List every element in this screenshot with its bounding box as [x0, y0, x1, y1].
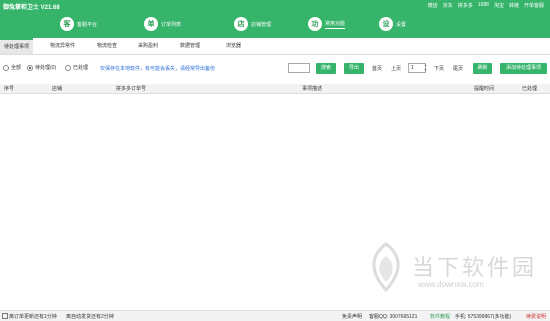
col-order-number[interactable]: 拼多多订单号: [116, 85, 146, 92]
prev-page-link[interactable]: 上页: [391, 65, 401, 72]
top-link-pdd[interactable]: 拼多多: [458, 2, 473, 9]
app-header: 御兔掌柜卫士 V21.68 微店 京东 拼多多 1688 淘宝 转链 开单客服 …: [0, 0, 550, 38]
first-page-link[interactable]: 首页: [372, 65, 382, 72]
col-remind-time[interactable]: 提醒时间: [474, 85, 494, 92]
app-title: 御兔掌柜卫士 V21.68: [3, 5, 60, 11]
search-button[interactable]: 搜索: [316, 63, 336, 74]
col-processed[interactable]: 已处理: [522, 85, 537, 92]
functions-icon: 功: [308, 17, 322, 31]
disclaimer-link[interactable]: 免责声明: [342, 313, 362, 320]
top-link-weidian[interactable]: 微店: [428, 2, 438, 9]
col-index[interactable]: 序号: [4, 85, 14, 92]
radio-dot: [3, 64, 9, 71]
phone-info: 手机: 575399867(多功能): [455, 314, 512, 320]
filter-toolbar: 全部 待处理(0) 已处理 仅保存在本地软件，有可能会丢失，请经常导出备份 搜索…: [0, 60, 550, 76]
nav-label: 店铺管理: [251, 21, 272, 28]
radio-dot: [27, 64, 33, 71]
tab-data-management[interactable]: 数据管理: [180, 38, 200, 54]
next-page-link[interactable]: 下页: [434, 65, 444, 72]
main-nav: 客 客服平台 单 订单列表 店 店铺管理 功 常用功能 设 设置: [0, 15, 550, 35]
customer-service-icon: 客: [60, 17, 74, 31]
tab-purchase-profit[interactable]: 采购盈利: [138, 38, 158, 54]
search-input[interactable]: [288, 63, 310, 73]
nav-common-functions[interactable]: 功 常用功能: [308, 15, 346, 33]
top-link-1688[interactable]: 1688: [478, 2, 489, 9]
top-link-jd[interactable]: 京东: [443, 2, 453, 9]
filter-all-radio[interactable]: 全部: [3, 64, 21, 71]
filter-done-radio[interactable]: 已处理: [65, 64, 88, 71]
tab-logistics-check[interactable]: 物流检查: [97, 38, 117, 54]
nav-order-list[interactable]: 单 订单列表: [144, 15, 181, 33]
nav-shop-management[interactable]: 店 店铺管理: [234, 15, 271, 33]
sub-tabs: 待处理事项 物流异常件 物流检查 采购盈利 数据管理 浏览器: [0, 38, 550, 55]
top-link-taobao[interactable]: 淘宝: [494, 2, 504, 9]
renewal-link[interactable]: 续费说明: [526, 313, 546, 320]
col-description[interactable]: 事项描述: [302, 85, 322, 92]
col-shop[interactable]: 店铺: [52, 85, 62, 92]
refresh-button[interactable]: 刷新: [473, 63, 492, 74]
radio-label: 待处理(0): [35, 65, 57, 71]
nav-label: 设置: [396, 21, 407, 28]
radio-label: 全部: [11, 65, 22, 71]
nav-settings[interactable]: 设 设置: [379, 15, 406, 33]
tab-browser[interactable]: 浏览器: [226, 38, 241, 54]
nav-label: 客服平台: [77, 21, 98, 28]
watermark-logo-icon: [372, 242, 400, 292]
auto-ship-countdown: 离自动发货还有2分钟: [66, 314, 114, 320]
export-button[interactable]: 导出: [344, 63, 364, 74]
watermark-url: www.downxia.com: [418, 280, 484, 289]
nav-label: 常用功能: [325, 20, 346, 29]
tab-pending[interactable]: 待处理事项: [0, 38, 34, 54]
page-stepper[interactable]: ▲ ▼: [424, 63, 428, 73]
radio-dot: [65, 64, 71, 71]
top-link-service[interactable]: 开单客服: [524, 2, 544, 9]
radio-label: 已处理: [73, 65, 89, 71]
nav-customer-service[interactable]: 客 客服平台: [60, 15, 97, 33]
last-page-link[interactable]: 尾页: [453, 65, 463, 72]
nav-label: 订单列表: [161, 21, 182, 28]
tab-logistics-exceptions[interactable]: 物流异常件: [50, 38, 75, 54]
status-bar: 离订单更新还有1分钟 离自动发货还有2分钟 免责声明 客服QQ: 3007665…: [0, 310, 550, 321]
tutorial-link[interactable]: 软件教程: [430, 313, 450, 320]
watermark-text: 当下软件园: [412, 256, 538, 281]
backup-tip: 仅保存在本地软件，有可能会丢失，请经常导出备份: [100, 66, 216, 72]
watermark: 当下软件园 www.downxia.com: [366, 242, 536, 298]
order-icon: 单: [144, 17, 158, 31]
settings-icon: 设: [379, 17, 393, 31]
shop-icon: 店: [234, 17, 248, 31]
table-header: 序号 店铺 拼多多订单号 事项描述 提醒时间 已处理: [0, 84, 550, 94]
status-icon: [2, 313, 8, 319]
stepper-down-icon[interactable]: ▼: [424, 68, 428, 73]
top-links: 微店 京东 拼多多 1688 淘宝 转链 开单客服: [428, 2, 544, 9]
top-link-convert[interactable]: 转链: [509, 2, 519, 9]
filter-pending-radio[interactable]: 待处理(0): [27, 64, 56, 71]
service-qq: 客服QQ: 3007665121: [369, 314, 418, 320]
order-update-countdown: 离订单更新还有1分钟: [9, 314, 57, 320]
add-pending-button[interactable]: 添加待处理事项: [500, 63, 547, 74]
